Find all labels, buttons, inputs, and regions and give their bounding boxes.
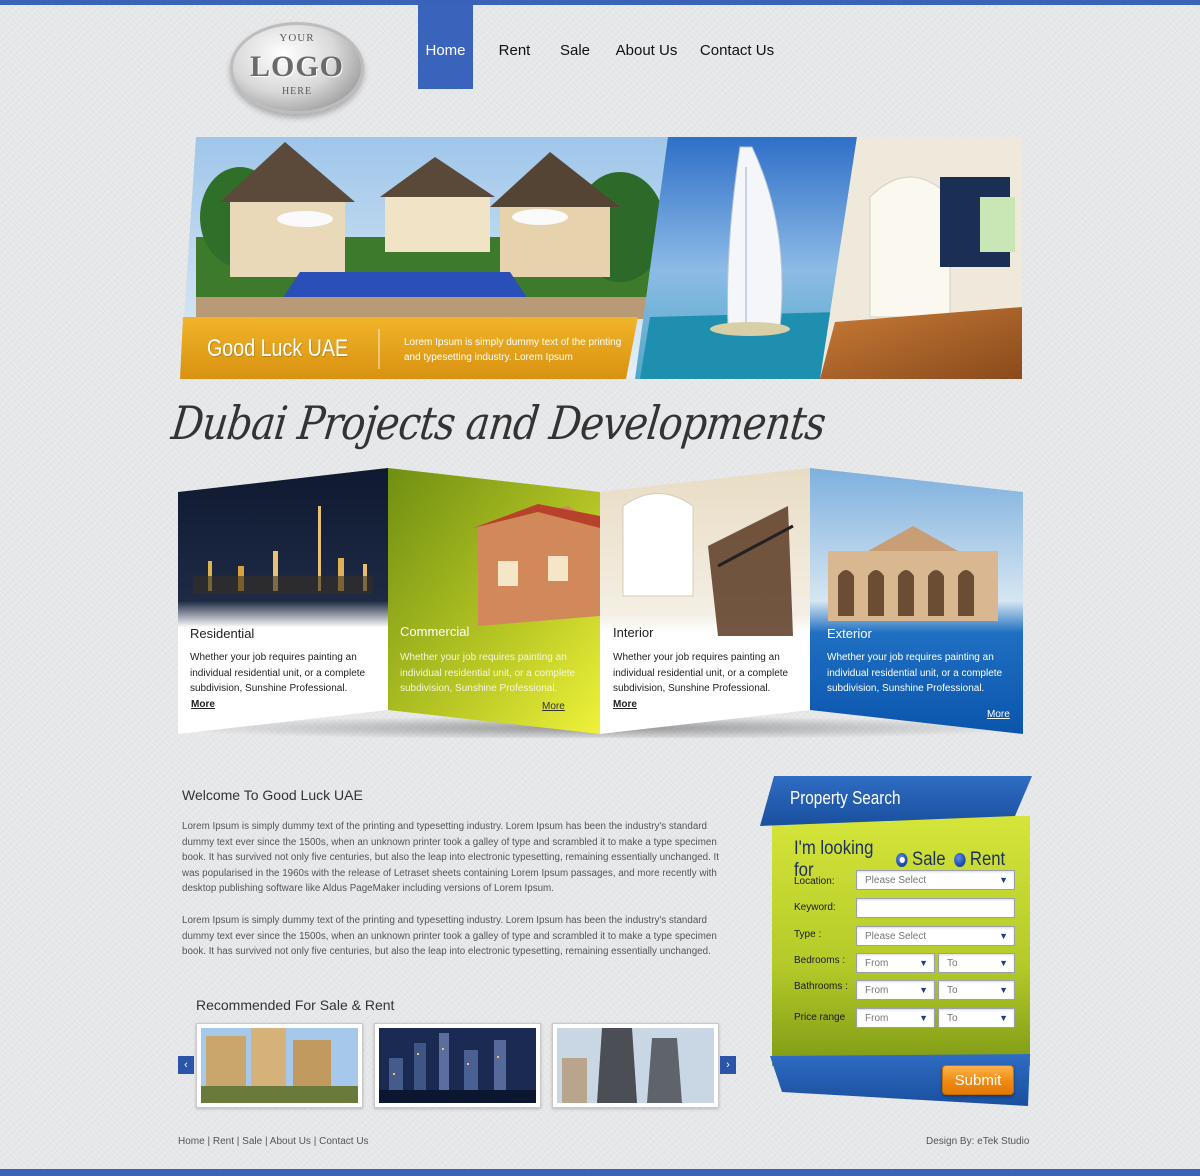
- rent-radio-label[interactable]: Rent: [970, 849, 1005, 871]
- residential-title: Residential: [190, 626, 255, 641]
- bathrooms-to-select[interactable]: To ▼: [938, 980, 1015, 1000]
- interior-text: Whether your job requires painting an in…: [613, 652, 789, 694]
- chevron-down-icon: ▼: [999, 931, 1008, 941]
- thumb-1-image: [201, 1028, 358, 1103]
- main-nav: Home Rent Sale About Us Contact Us: [418, 5, 775, 89]
- commercial-more-link[interactable]: More: [542, 701, 565, 712]
- sale-radio-label[interactable]: Sale: [912, 849, 945, 871]
- nav-about-us[interactable]: About Us: [594, 5, 699, 89]
- footer-credit: Design By: eTek Studio: [926, 1136, 1030, 1147]
- chevron-down-icon: ▼: [919, 985, 928, 995]
- bedrooms-label: Bedrooms :: [794, 955, 846, 966]
- price-to-select[interactable]: To ▼: [938, 1008, 1015, 1028]
- bathrooms-label: Bathrooms :: [794, 981, 848, 992]
- property-search-panel: Property Search I'm looking for Sale Ren…: [760, 776, 1034, 1108]
- type-label: Type :: [794, 929, 822, 940]
- interior-title: Interior: [613, 625, 654, 640]
- footer-link-about-us[interactable]: About Us: [270, 1136, 311, 1147]
- commercial-text: Whether your job requires painting an in…: [400, 652, 576, 694]
- recommended-thumb-3[interactable]: [552, 1023, 719, 1108]
- bedrooms-to-value: To: [947, 958, 958, 969]
- hero-banner: Good Luck UAE Lorem Ipsum is simply dumm…: [180, 137, 1022, 379]
- price-range-label: Price range: [794, 1012, 846, 1023]
- welcome-paragraph-1: Lorem Ipsum is simply dummy text of the …: [182, 821, 719, 895]
- footer-links: Home | Rent | Sale | About Us | Contact …: [178, 1136, 369, 1147]
- bedrooms-to-select[interactable]: To ▼: [938, 953, 1015, 973]
- carousel-prev-button[interactable]: ‹: [178, 1056, 194, 1074]
- logo-text-bottom: HERE: [281, 86, 313, 97]
- chevron-down-icon: ▼: [999, 875, 1008, 885]
- welcome-paragraph-2: Lorem Ipsum is simply dummy text of the …: [182, 915, 717, 958]
- location-select-value: Please Select: [865, 875, 927, 886]
- nav-sale[interactable]: Sale: [556, 5, 594, 89]
- location-select[interactable]: Please Select ▼: [856, 870, 1015, 890]
- submit-button[interactable]: Submit: [942, 1065, 1014, 1095]
- logo-text-main: LOGO: [249, 50, 344, 83]
- chevron-down-icon: ▼: [919, 958, 928, 968]
- nav-contact-us[interactable]: Contact Us: [699, 5, 775, 89]
- price-from-select[interactable]: From ▼: [856, 1008, 935, 1028]
- bathrooms-from-value: From: [865, 985, 889, 996]
- category-panels: Residential Whether your job requires pa…: [178, 466, 1023, 738]
- keyword-input[interactable]: [856, 898, 1015, 918]
- residential-more-link[interactable]: More: [191, 699, 215, 710]
- section-heading: Dubai Projects and Developments: [168, 396, 829, 450]
- recommended-title: Recommended For Sale & Rent: [196, 997, 395, 1013]
- footer-link-home[interactable]: Home: [178, 1136, 205, 1147]
- chevron-down-icon: ▼: [999, 1013, 1008, 1023]
- recommended-thumb-1[interactable]: [196, 1023, 363, 1108]
- chevron-down-icon: ▼: [999, 958, 1008, 968]
- footer-link-contact-us[interactable]: Contact Us: [319, 1136, 368, 1147]
- type-select-value: Please Select: [865, 931, 927, 942]
- hero-title: Good Luck UAE: [207, 335, 349, 362]
- property-search-title: Property Search: [790, 788, 901, 808]
- bedrooms-from-value: From: [865, 958, 889, 969]
- footer-link-rent[interactable]: Rent: [213, 1136, 234, 1147]
- nav-rent[interactable]: Rent: [473, 5, 556, 89]
- carousel-next-button[interactable]: ›: [720, 1056, 736, 1074]
- sale-radio[interactable]: [896, 853, 908, 867]
- residential-text: Whether your job requires painting an in…: [190, 652, 366, 694]
- hero-tower-image: [635, 137, 857, 379]
- recommended-thumb-2[interactable]: [374, 1023, 541, 1108]
- chevron-down-icon: ▼: [919, 1013, 928, 1023]
- bottom-accent-bar: [0, 1169, 1200, 1176]
- hero-text: Lorem Ipsum is simply dummy text of the …: [404, 337, 622, 363]
- footer-link-sale[interactable]: Sale: [242, 1136, 262, 1147]
- exterior-text: Whether your job requires painting an in…: [827, 652, 1003, 694]
- price-from-value: From: [865, 1013, 889, 1024]
- bathrooms-from-select[interactable]: From ▼: [856, 980, 935, 1000]
- rent-radio[interactable]: [954, 853, 966, 867]
- commercial-title: Commercial: [400, 624, 470, 639]
- thumb-3-image: [557, 1028, 714, 1103]
- chevron-down-icon: ▼: [999, 985, 1008, 995]
- exterior-more-link[interactable]: More: [987, 709, 1010, 720]
- keyword-label: Keyword:: [794, 902, 836, 913]
- thumb-2-image: [379, 1028, 536, 1103]
- site-logo[interactable]: YOUR LOGO HERE: [230, 22, 364, 114]
- exterior-title: Exterior: [827, 626, 872, 641]
- type-select[interactable]: Please Select ▼: [856, 926, 1015, 946]
- nav-home[interactable]: Home: [418, 5, 473, 89]
- price-to-value: To: [947, 1013, 958, 1024]
- location-label: Location:: [794, 876, 835, 887]
- bedrooms-from-select[interactable]: From ▼: [856, 953, 935, 973]
- category-panels-art: [178, 468, 1023, 738]
- bathrooms-to-value: To: [947, 985, 958, 996]
- interior-more-link[interactable]: More: [613, 699, 637, 710]
- welcome-title: Welcome To Good Luck UAE: [182, 787, 363, 803]
- logo-text-top: YOUR: [279, 32, 315, 44]
